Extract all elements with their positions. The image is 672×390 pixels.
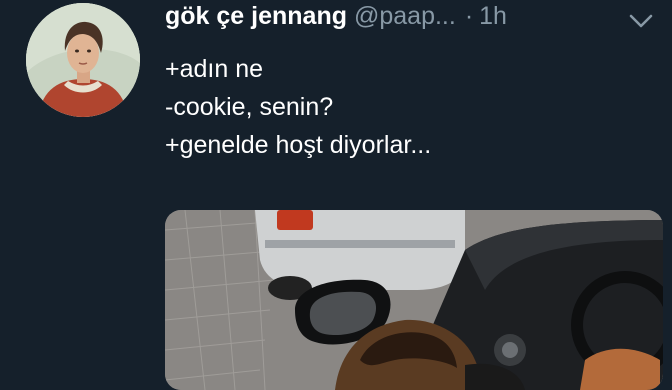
tweet-text-line: +adın ne	[165, 55, 264, 83]
header-separator: ·	[464, 2, 474, 30]
author-avatar[interactable]	[26, 3, 140, 117]
dog-in-car-window-image	[165, 210, 663, 390]
tweet-text: +adın ne -cookie, senin? +genelde hoşt d…	[165, 50, 431, 164]
tweet-text-line: +genelde hoşt diyorlar...	[165, 131, 432, 159]
author-display-name[interactable]: gök çe jennang	[165, 2, 347, 31]
portrait-painting-avatar-icon	[26, 3, 140, 117]
tweet-media-photo[interactable]	[165, 210, 663, 390]
author-handle[interactable]: @paap...	[354, 2, 456, 31]
tweet-text-line: -cookie, senin?	[165, 93, 334, 121]
chevron-down-icon[interactable]	[626, 10, 656, 32]
tweet-timestamp[interactable]: 1h	[479, 2, 507, 31]
tweet: gök çe jennang @paap... · 1h +adın ne -c…	[0, 0, 672, 390]
tweet-header: gök çe jennang @paap... · 1h	[165, 2, 507, 38]
